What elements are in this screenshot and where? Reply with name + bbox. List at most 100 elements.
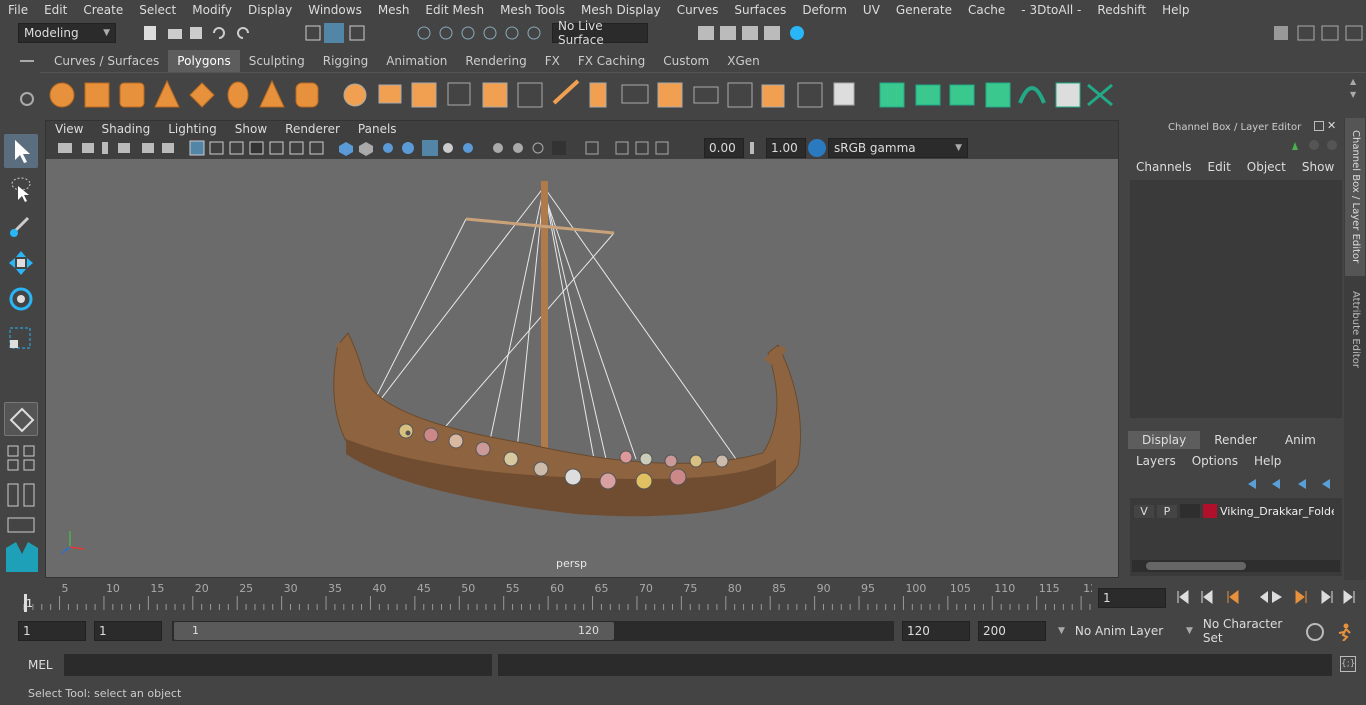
- scale-tool-button[interactable]: [4, 320, 38, 354]
- ambient-occlusion-icon: [443, 143, 453, 153]
- tab-fx[interactable]: FX: [536, 50, 569, 72]
- shelf-menu-icon[interactable]: [20, 60, 34, 62]
- chevron-up-icon[interactable]: ▲: [1350, 75, 1360, 88]
- tab-rendering[interactable]: Rendering: [456, 50, 535, 72]
- menu-redshift[interactable]: Redshift: [1089, 0, 1154, 20]
- tab-display[interactable]: Display: [1128, 431, 1201, 449]
- move-tool-button[interactable]: [4, 246, 38, 280]
- paint-select-tool-button[interactable]: [4, 208, 38, 242]
- current-time-marker[interactable]: [24, 594, 27, 612]
- layer-name[interactable]: Viking_Drakkar_Folded: [1220, 505, 1334, 518]
- auto-key-icon[interactable]: [1306, 623, 1324, 641]
- menu-file[interactable]: File: [0, 0, 36, 20]
- save-scene-icon: [190, 27, 202, 39]
- time-slider-ticks: 15 10 15 20 25 30 35 40 45 50 55 60 65 70 75 80 85 90 95 10…: [23, 582, 1097, 612]
- tab-custom[interactable]: Custom: [654, 50, 718, 72]
- panel-menu-view[interactable]: View: [46, 122, 92, 136]
- exposure-field[interactable]: 0.00: [704, 138, 744, 158]
- animation-prefs-icon[interactable]: [1336, 623, 1354, 642]
- layer-menu-help[interactable]: Help: [1246, 454, 1289, 468]
- live-surface-field[interactable]: No Live Surface: [552, 19, 648, 47]
- color-space-dropdown[interactable]: sRGB gamma ▼: [828, 138, 968, 158]
- perspective-view[interactable]: persp: [46, 159, 1118, 577]
- lasso-tool-button[interactable]: [4, 172, 38, 206]
- chevron-down-icon[interactable]: ▼: [1350, 88, 1360, 101]
- layer-type-toggle[interactable]: [1180, 504, 1200, 518]
- playback-start-field[interactable]: 1: [94, 621, 162, 641]
- scroll-thumb[interactable]: [1146, 562, 1246, 570]
- tab-sculpting[interactable]: Sculpting: [240, 50, 314, 72]
- channel-menu-edit[interactable]: Edit: [1200, 160, 1239, 174]
- menu-modify[interactable]: Modify: [184, 0, 240, 20]
- channel-menu-channels[interactable]: Channels: [1128, 160, 1200, 174]
- tab-channel-box[interactable]: Channel Box / Layer Editor: [1345, 118, 1365, 276]
- time-slider[interactable]: 1 5 10 15 20 25 30 35 40 45 50 55 60 65 70 75 80 85 90 95 10…: [20, 580, 1097, 614]
- snap-view-icon: [505, 26, 519, 40]
- tab-fx-caching[interactable]: FX Caching: [569, 50, 654, 72]
- menu-edit[interactable]: Edit: [36, 0, 75, 20]
- panel-menu-shading[interactable]: Shading: [92, 122, 159, 136]
- float-icon[interactable]: [1314, 121, 1324, 131]
- tab-attribute-editor[interactable]: Attribute Editor: [1345, 284, 1365, 374]
- menu-surfaces[interactable]: Surfaces: [726, 0, 794, 20]
- panel-menu-lighting[interactable]: Lighting: [159, 122, 226, 136]
- current-frame-field[interactable]: 1: [1098, 588, 1166, 608]
- menu-3dtoall[interactable]: - 3DtoAll -: [1013, 0, 1089, 20]
- attribute-icon: [1321, 25, 1339, 41]
- menu-windows[interactable]: Windows: [300, 0, 370, 20]
- panel-menu-renderer[interactable]: Renderer: [276, 122, 349, 136]
- gear-icon[interactable]: [20, 92, 34, 106]
- tab-xgen[interactable]: XGen: [718, 50, 769, 72]
- panel-menu-panels[interactable]: Panels: [349, 122, 406, 136]
- tab-anim[interactable]: Anim: [1271, 431, 1330, 449]
- menu-mesh-tools[interactable]: Mesh Tools: [492, 0, 573, 20]
- menu-mesh-display[interactable]: Mesh Display: [573, 0, 669, 20]
- layer-visibility-toggle[interactable]: V: [1134, 504, 1154, 518]
- menu-generate[interactable]: Generate: [888, 0, 960, 20]
- camera-label: persp: [556, 557, 587, 570]
- playback-end-field[interactable]: 120: [902, 621, 970, 641]
- select-tool-button[interactable]: [4, 134, 38, 168]
- range-slider[interactable]: 1 120: [172, 621, 894, 641]
- character-set-dropdown[interactable]: ▼ No Character Set: [1180, 617, 1298, 645]
- menu-help[interactable]: Help: [1154, 0, 1197, 20]
- range-slider-thumb[interactable]: 1 120: [174, 622, 614, 640]
- menu-cache[interactable]: Cache: [960, 0, 1013, 20]
- menu-deform[interactable]: Deform: [794, 0, 855, 20]
- layer-menu-options[interactable]: Options: [1184, 454, 1246, 468]
- menu-select[interactable]: Select: [131, 0, 184, 20]
- shelf-scroll[interactable]: ▲ ▼: [1350, 75, 1360, 115]
- menu-display[interactable]: Display: [240, 0, 300, 20]
- menu-curves[interactable]: Curves: [669, 0, 727, 20]
- layer-playback-toggle[interactable]: P: [1157, 504, 1177, 518]
- soft-select-button[interactable]: [4, 402, 38, 436]
- menu-edit-mesh[interactable]: Edit Mesh: [417, 0, 492, 20]
- tab-render[interactable]: Render: [1200, 431, 1271, 449]
- channel-box-panel: Channel Box / Layer Editor ✕ Channels Edi…: [1122, 118, 1344, 578]
- end-time-field[interactable]: 200: [978, 621, 1046, 641]
- mel-input[interactable]: [64, 654, 492, 676]
- mel-label[interactable]: MEL: [28, 658, 53, 672]
- rotate-tool-button[interactable]: [4, 282, 38, 316]
- gamma-field[interactable]: 1.00: [766, 138, 806, 158]
- tab-curves-surfaces[interactable]: Curves / Surfaces: [45, 50, 168, 72]
- color-management-icon[interactable]: [808, 139, 826, 157]
- tab-polygons[interactable]: Polygons: [168, 50, 240, 72]
- channel-menu-object[interactable]: Object: [1239, 160, 1294, 174]
- panel-menu-show[interactable]: Show: [226, 122, 276, 136]
- layer-menu-layers[interactable]: Layers: [1128, 454, 1184, 468]
- layer-row[interactable]: V P Viking_Drakkar_Folded: [1134, 502, 1344, 520]
- menu-create[interactable]: Create: [75, 0, 131, 20]
- menu-mesh[interactable]: Mesh: [370, 0, 418, 20]
- menu-uv[interactable]: UV: [855, 0, 888, 20]
- close-icon[interactable]: ✕: [1327, 120, 1336, 133]
- layer-color-swatch[interactable]: [1203, 504, 1217, 518]
- tab-rigging[interactable]: Rigging: [314, 50, 377, 72]
- script-editor-icon[interactable]: {;}: [1340, 656, 1356, 672]
- channel-menu-show[interactable]: Show: [1294, 160, 1342, 174]
- mode-dropdown[interactable]: Modeling ▼: [18, 23, 116, 43]
- anim-layer-dropdown[interactable]: ▼ No Anim Layer: [1052, 621, 1182, 641]
- tab-animation[interactable]: Animation: [377, 50, 456, 72]
- layer-scrollbar[interactable]: [1132, 560, 1340, 572]
- start-time-field[interactable]: 1: [18, 621, 86, 641]
